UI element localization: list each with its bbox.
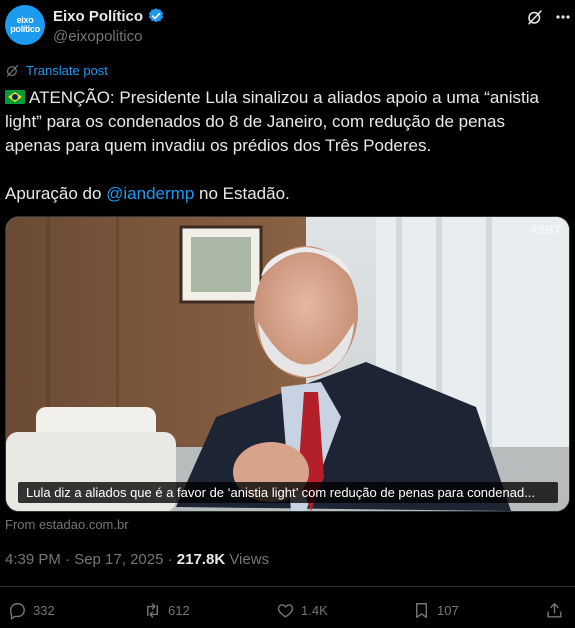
video-still-image bbox=[6, 217, 569, 511]
link-card-caption: Lula diz a aliados que é a favor de ‘ani… bbox=[18, 482, 558, 503]
post-paragraph-2-before: Apuração do bbox=[5, 184, 107, 203]
author-name-link[interactable]: Eixo Político bbox=[53, 7, 165, 25]
post-paragraph-1-text: ATENÇÃO: Presidente Lula sinalizou a ali… bbox=[5, 88, 539, 155]
bookmark-button[interactable]: 107 bbox=[412, 601, 459, 620]
like-button[interactable]: 1.4K bbox=[276, 601, 328, 620]
reply-icon bbox=[10, 603, 25, 620]
share-icon bbox=[547, 603, 562, 618]
post-paragraph-2: Apuração do @iandermp no Estadão. bbox=[5, 182, 565, 206]
divider bbox=[0, 586, 575, 587]
video-watermark: #SBT bbox=[530, 223, 561, 237]
avatar[interactable]: eixo político bbox=[5, 5, 45, 45]
timestamp[interactable]: 4:39 PM · Sep 17, 2025 · bbox=[5, 551, 177, 568]
repost-icon bbox=[147, 603, 158, 618]
repost-button[interactable]: 612 bbox=[143, 601, 190, 620]
like-count: 1.4K bbox=[301, 603, 328, 618]
translate-post-link[interactable]: Translate post bbox=[5, 63, 108, 78]
author-handle[interactable]: @eixopolitico bbox=[53, 28, 142, 45]
post-paragraph-1: ATENÇÃO: Presidente Lula sinalizou a ali… bbox=[5, 86, 565, 158]
more-options-icon[interactable] bbox=[555, 8, 571, 26]
post-paragraph-2-after: no Estadão. bbox=[194, 184, 290, 203]
bookmark-count: 107 bbox=[437, 603, 459, 618]
post-text: ATENÇÃO: Presidente Lula sinalizou a ali… bbox=[5, 86, 565, 206]
author-display-name: Eixo Político bbox=[53, 7, 144, 25]
translate-icon bbox=[6, 64, 19, 77]
grok-icon[interactable] bbox=[526, 8, 544, 26]
action-bar: 332 612 1.4K 107 bbox=[0, 601, 575, 623]
verified-badge-icon bbox=[148, 8, 164, 23]
views-count: 217.8K bbox=[176, 551, 226, 568]
reply-button[interactable]: 332 bbox=[8, 601, 55, 620]
avatar-text-2: político bbox=[10, 24, 40, 34]
link-source[interactable]: From estadao.com.br bbox=[5, 517, 129, 532]
translate-label: Translate post bbox=[26, 63, 108, 78]
mention-link[interactable]: @iandermp bbox=[106, 184, 194, 203]
post-metadata: 4:39 PM · Sep 17, 2025 · 217.8K Views bbox=[5, 551, 269, 568]
reply-count: 332 bbox=[33, 603, 55, 618]
views-label: Views bbox=[225, 551, 270, 568]
brazil-flag-icon bbox=[5, 90, 25, 104]
media-card[interactable]: #SBT Lula diz a aliados que é a favor de… bbox=[5, 216, 570, 512]
heart-icon bbox=[277, 604, 294, 618]
share-button[interactable] bbox=[545, 601, 564, 620]
bookmark-icon bbox=[416, 603, 427, 618]
repost-count: 612 bbox=[168, 603, 190, 618]
